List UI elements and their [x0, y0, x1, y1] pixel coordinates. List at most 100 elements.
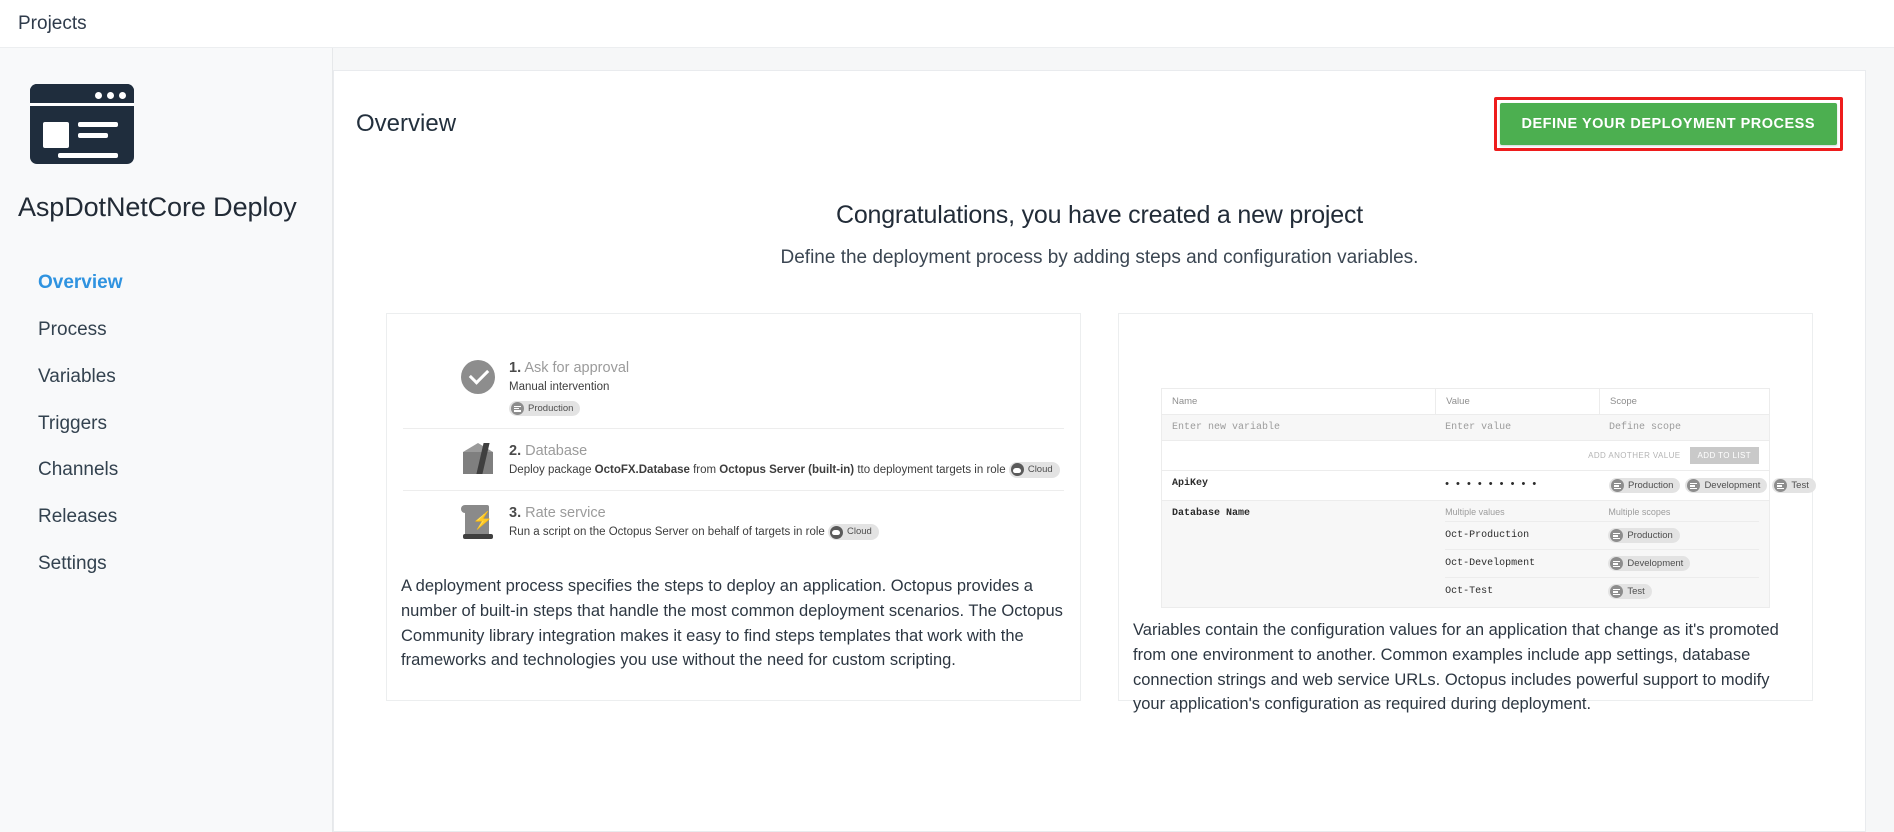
- bolt-glyph: ⚡: [472, 511, 494, 531]
- variable-name: ApiKey: [1172, 478, 1209, 489]
- step-description: Run a script on the Octopus Server on be…: [509, 524, 1064, 541]
- icon-line: [78, 133, 108, 138]
- step-name: Ask for approval: [524, 360, 630, 376]
- icon-line: [58, 153, 118, 158]
- sidebar-item-releases[interactable]: Releases: [0, 494, 332, 541]
- scope-tag: Test: [1608, 584, 1652, 599]
- multiple-scopes-header: Multiple scopes: [1608, 507, 1671, 517]
- process-illustration: 1. Ask for approval Manual intervention …: [387, 314, 1080, 564]
- environment-icon: [1611, 479, 1625, 492]
- process-card-description: A deployment process specifies the steps…: [401, 577, 1063, 670]
- new-variable-name-input[interactable]: Enter new variable: [1162, 415, 1435, 440]
- top-bar: Projects: [0, 0, 1894, 48]
- variables-card: Name Value Scope Enter new variable Ente…: [1118, 313, 1816, 713]
- variables-card-description: Variables contain the configuration valu…: [1133, 621, 1779, 714]
- step-role-tag: Cloud: [1008, 461, 1060, 478]
- check-circle-icon: [461, 360, 495, 394]
- desc-part: tto deployment targets in role: [854, 463, 1009, 476]
- step-name: Rate service: [525, 505, 606, 522]
- panel-header: Overview DEFINE YOUR DEPLOYMENT PROCESS: [334, 71, 1865, 173]
- sidebar-item-variables[interactable]: Variables: [0, 354, 332, 401]
- table-actions-row: ADD ANOTHER VALUE ADD TO LIST: [1162, 441, 1769, 471]
- new-variable-row[interactable]: Enter new variable Enter value Define sc…: [1162, 415, 1769, 441]
- column-header-name: Name: [1172, 396, 1198, 407]
- tag-label: Production: [1628, 480, 1674, 491]
- scope-tag: Production: [1609, 478, 1681, 493]
- sidebar-item-triggers[interactable]: Triggers: [0, 401, 332, 448]
- step-name: Database: [525, 442, 588, 459]
- cta-highlight-box: DEFINE YOUR DEPLOYMENT PROCESS: [1493, 97, 1843, 151]
- variables-illustration: Name Value Scope Enter new variable Ente…: [1119, 314, 1816, 608]
- feed-name: Octopus Server (built-in): [719, 463, 855, 476]
- multi-value: Oct-Production: [1445, 530, 1530, 541]
- sidebar-item-channels[interactable]: Channels: [0, 447, 332, 494]
- add-another-value-button[interactable]: ADD ANOTHER VALUE: [1588, 451, 1680, 460]
- desc-part: Run a script on the Octopus Server on be…: [509, 526, 828, 539]
- scope-tag-list: Production Development Test: [1609, 478, 1816, 493]
- sidebar-nav: Overview Process Variables Triggers Chan…: [0, 260, 332, 588]
- multi-value-row: Oct-Test Test: [1445, 577, 1759, 605]
- environment-icon: [1610, 585, 1624, 598]
- variable-name: Database Name: [1172, 508, 1251, 519]
- project-window-icon: [30, 84, 134, 164]
- define-deployment-process-button[interactable]: DEFINE YOUR DEPLOYMENT PROCESS: [1499, 103, 1837, 145]
- multi-value-row: Oct-Production Production: [1445, 521, 1759, 549]
- step-number: 1.: [509, 360, 522, 376]
- project-icon-wrapper: [0, 84, 332, 164]
- multi-subheaders: Multiple values Multiple scopes: [1445, 505, 1759, 521]
- step-body: 2. Database Deploy package OctoFX.Databa…: [509, 443, 1064, 479]
- icon-dot: [95, 92, 102, 99]
- add-to-list-button[interactable]: ADD TO LIST: [1689, 447, 1759, 464]
- tag-label: Cloud: [1027, 463, 1053, 475]
- step-title: 3. Rate service: [509, 505, 1064, 521]
- scope-tag: Development: [1608, 556, 1691, 571]
- content-area: Overview DEFINE YOUR DEPLOYMENT PROCESS …: [333, 48, 1894, 832]
- table-row: ApiKey • • • • • • • • • Production Deve…: [1162, 471, 1816, 501]
- breadcrumb-projects[interactable]: Projects: [18, 13, 87, 35]
- desc-part: Deploy package: [509, 463, 595, 476]
- environment-icon: [1774, 479, 1788, 492]
- process-step-1: 1. Ask for approval Manual intervention …: [403, 354, 1064, 429]
- scope-tag: Development: [1685, 478, 1768, 493]
- step-role-tag: Cloud: [827, 524, 879, 541]
- step-number: 2.: [509, 442, 522, 459]
- sidebar: AspDotNetCore Deploy Overview Process Va…: [0, 48, 333, 832]
- page-body: AspDotNetCore Deploy Overview Process Va…: [0, 48, 1894, 832]
- environment-icon: [1687, 479, 1701, 492]
- multi-value: Oct-Development: [1445, 558, 1536, 569]
- hero-heading: Congratulations, you have created a new …: [835, 201, 1364, 229]
- step-number: 3.: [509, 505, 522, 522]
- column-header-value: Value: [1435, 389, 1599, 414]
- role-tag-icon: [1010, 463, 1024, 477]
- environment-icon: [1610, 557, 1624, 570]
- tag-label: Cloud: [846, 526, 872, 538]
- step-title: 2. Database: [509, 443, 1064, 459]
- variables-table: Name Value Scope Enter new variable Ente…: [1161, 388, 1816, 608]
- column-header-scope: Scope: [1599, 389, 1769, 414]
- hero-subheading: Define the deployment process by adding …: [780, 247, 1419, 268]
- multi-value: Oct-Test: [1445, 586, 1494, 597]
- sidebar-item-settings[interactable]: Settings: [0, 541, 332, 588]
- step-description: Deploy package OctoFX.Database from Octo…: [509, 461, 1064, 479]
- package-box-icon: [461, 442, 495, 477]
- environment-icon: [1610, 529, 1624, 542]
- new-variable-scope-input[interactable]: Define scope: [1599, 415, 1769, 440]
- tag-label: Test: [1791, 480, 1809, 491]
- tag-label: Development: [1627, 558, 1684, 569]
- scope-tag: Production: [1608, 528, 1680, 543]
- multi-value-row: Oct-Development Development: [1445, 549, 1759, 577]
- tag-label: Development: [1704, 480, 1761, 491]
- process-step-2: 2. Database Deploy package OctoFX.Databa…: [403, 429, 1064, 492]
- table-row-multi: Database Name Multiple values Multiple s…: [1162, 501, 1769, 607]
- step-body: 3. Rate service Run a script on the Octo…: [509, 505, 1064, 541]
- desc-part: from: [689, 463, 720, 476]
- icon-dot: [107, 92, 114, 99]
- new-variable-value-input[interactable]: Enter value: [1435, 415, 1599, 440]
- tag-label: Production: [528, 402, 574, 414]
- sidebar-item-process[interactable]: Process: [0, 307, 332, 354]
- sidebar-item-overview[interactable]: Overview: [0, 260, 332, 307]
- icon-thumbnail: [43, 122, 69, 148]
- script-bolt-icon: ⚡: [461, 505, 495, 540]
- table-header-row: Name Value Scope: [1162, 389, 1769, 415]
- icon-line: [78, 122, 118, 127]
